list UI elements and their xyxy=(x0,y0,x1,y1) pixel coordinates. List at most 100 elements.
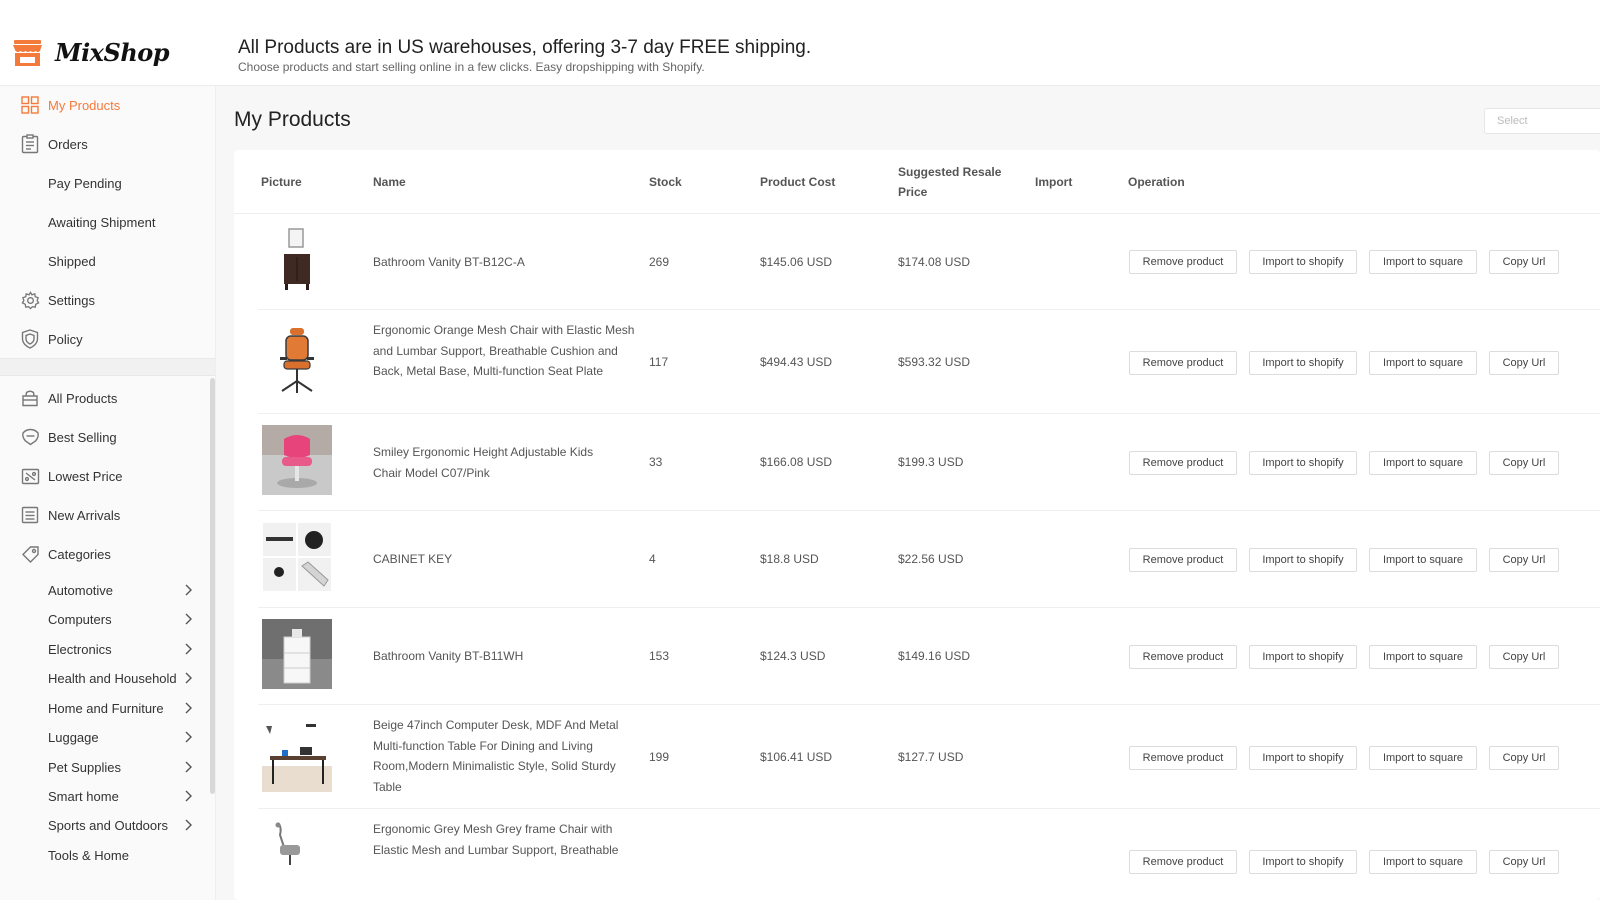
import-to-square-button[interactable]: Import to square xyxy=(1369,250,1477,274)
sidebar-item-label: Lowest Price xyxy=(48,468,123,484)
product-name: Smiley Ergonomic Height Adjustable Kids … xyxy=(373,445,594,480)
tag-icon xyxy=(20,544,40,564)
category-health-and-household[interactable]: Health and Household xyxy=(0,661,214,695)
sidebar-item-label: Pay Pending xyxy=(48,175,122,191)
sidebar-item-label: Best Selling xyxy=(48,429,117,445)
category-tools-and-home[interactable]: Tools & Home xyxy=(0,838,214,872)
table-row: Ergonomic Orange Mesh Chair with Elastic… xyxy=(258,310,1600,414)
remove-product-button[interactable]: Remove product xyxy=(1129,850,1237,874)
product-cost: $494.43 USD xyxy=(760,355,833,369)
suggested-resale-price: $593.32 USD xyxy=(898,355,971,369)
column-header-name: Name xyxy=(373,175,406,189)
remove-product-button[interactable]: Remove product xyxy=(1129,746,1237,770)
category-label: Smart home xyxy=(48,788,119,804)
import-to-square-button[interactable]: Import to square xyxy=(1369,850,1477,874)
product-cost: $106.41 USD xyxy=(760,750,833,764)
category-label: Health and Household xyxy=(48,670,177,686)
copy-url-button[interactable]: Copy Url xyxy=(1489,850,1559,874)
copy-url-button[interactable]: Copy Url xyxy=(1489,250,1559,274)
product-stock: 4 xyxy=(649,552,656,566)
import-to-shopify-button[interactable]: Import to shopify xyxy=(1249,351,1357,375)
list-icon xyxy=(20,505,40,525)
remove-product-button[interactable]: Remove product xyxy=(1129,548,1237,572)
sidebar-item-awaiting-shipment[interactable]: Awaiting Shipment xyxy=(0,205,214,239)
brand-name: MixShop xyxy=(55,38,170,67)
sidebar-item-categories[interactable]: Categories xyxy=(0,537,214,571)
product-cost: $124.3 USD xyxy=(760,649,826,663)
sidebar-item-new-arrivals[interactable]: New Arrivals xyxy=(0,498,214,532)
table-header: Picture Name Stock Product Cost Suggeste… xyxy=(234,150,1600,214)
table-row: Ergonomic Grey Mesh Grey frame Chair wit… xyxy=(258,809,1600,900)
column-header-product-cost: Product Cost xyxy=(760,175,836,189)
sidebar-item-pay-pending[interactable]: Pay Pending xyxy=(0,166,214,200)
shipping-banner-subtitle: Choose products and start selling online… xyxy=(238,60,705,74)
remove-product-button[interactable]: Remove product xyxy=(1129,250,1237,274)
import-to-shopify-button[interactable]: Import to shopify xyxy=(1249,250,1357,274)
column-header-picture: Picture xyxy=(261,175,302,189)
shop-icon xyxy=(13,39,42,66)
import-to-square-button[interactable]: Import to square xyxy=(1369,645,1477,669)
category-label: Tools & Home xyxy=(48,847,129,863)
chevron-right-icon xyxy=(185,643,192,655)
chevron-right-icon xyxy=(185,819,192,831)
category-label: Luggage xyxy=(48,729,99,745)
import-to-shopify-button[interactable]: Import to shopify xyxy=(1249,548,1357,572)
table-row: Smiley Ergonomic Height Adjustable Kids … xyxy=(258,414,1600,511)
sidebar-item-best-selling[interactable]: Best Selling xyxy=(0,420,214,454)
sidebar-item-all-products[interactable]: All Products xyxy=(0,381,214,415)
product-name: CABINET KEY xyxy=(373,552,453,566)
suggested-resale-price: $127.7 USD xyxy=(898,750,964,764)
filter-select[interactable]: Select xyxy=(1484,108,1600,134)
bag-icon xyxy=(20,388,40,408)
category-sports-and-outdoors[interactable]: Sports and Outdoors xyxy=(0,808,214,842)
product-image xyxy=(262,522,332,592)
sidebar-item-policy[interactable]: Policy xyxy=(0,322,214,356)
product-name: Bathroom Vanity BT-B12C-A xyxy=(373,255,525,269)
product-stock: 117 xyxy=(649,355,669,369)
table-row: Bathroom Vanity BT-B11WH 153 $124.3 USD … xyxy=(258,608,1600,705)
import-to-shopify-button[interactable]: Import to shopify xyxy=(1249,850,1357,874)
chevron-right-icon xyxy=(185,613,192,625)
sidebar-item-orders[interactable]: Orders xyxy=(0,127,214,161)
remove-product-button[interactable]: Remove product xyxy=(1129,645,1237,669)
shield-icon xyxy=(20,329,40,349)
copy-url-button[interactable]: Copy Url xyxy=(1489,645,1559,669)
category-label: Home and Furniture xyxy=(48,700,164,716)
chevron-right-icon xyxy=(185,731,192,743)
import-to-square-button[interactable]: Import to square xyxy=(1369,746,1477,770)
category-computers[interactable]: Computers xyxy=(0,602,214,636)
product-name: Ergonomic Orange Mesh Chair with Elastic… xyxy=(373,323,635,379)
sidebar-item-settings[interactable]: Settings xyxy=(0,283,214,317)
sidebar-item-shipped[interactable]: Shipped xyxy=(0,244,214,278)
import-to-square-button[interactable]: Import to square xyxy=(1369,548,1477,572)
copy-url-button[interactable]: Copy Url xyxy=(1489,548,1559,572)
sidebar-item-my-products[interactable]: My Products xyxy=(0,88,214,122)
table-row: CABINET KEY 4 $18.8 USD $22.56 USD Remov… xyxy=(258,511,1600,608)
sidebar-item-label: Categories xyxy=(48,546,111,562)
brand-logo[interactable]: MixShop xyxy=(12,38,170,67)
column-header-resale-line2: Price xyxy=(898,185,928,199)
import-to-square-button[interactable]: Import to square xyxy=(1369,451,1477,475)
suggested-resale-price: $149.16 USD xyxy=(898,649,971,663)
clipboard-icon xyxy=(20,134,40,154)
sidebar-item-lowest-price[interactable]: Lowest Price xyxy=(0,459,214,493)
badge-icon xyxy=(20,427,40,447)
column-header-operation: Operation xyxy=(1128,175,1185,189)
chevron-right-icon xyxy=(185,702,192,714)
import-to-square-button[interactable]: Import to square xyxy=(1369,351,1477,375)
sidebar-item-label: New Arrivals xyxy=(48,507,121,523)
category-luggage[interactable]: Luggage xyxy=(0,720,214,754)
gear-icon xyxy=(20,290,40,310)
import-to-shopify-button[interactable]: Import to shopify xyxy=(1249,645,1357,669)
copy-url-button[interactable]: Copy Url xyxy=(1489,351,1559,375)
product-cost: $145.06 USD xyxy=(760,255,833,269)
import-to-shopify-button[interactable]: Import to shopify xyxy=(1249,451,1357,475)
remove-product-button[interactable]: Remove product xyxy=(1129,451,1237,475)
copy-url-button[interactable]: Copy Url xyxy=(1489,746,1559,770)
product-name: Ergonomic Grey Mesh Grey frame Chair wit… xyxy=(373,822,619,857)
remove-product-button[interactable]: Remove product xyxy=(1129,351,1237,375)
product-stock: 269 xyxy=(649,255,670,269)
copy-url-button[interactable]: Copy Url xyxy=(1489,451,1559,475)
import-to-shopify-button[interactable]: Import to shopify xyxy=(1249,746,1357,770)
sidebar-item-label: Policy xyxy=(48,331,83,347)
